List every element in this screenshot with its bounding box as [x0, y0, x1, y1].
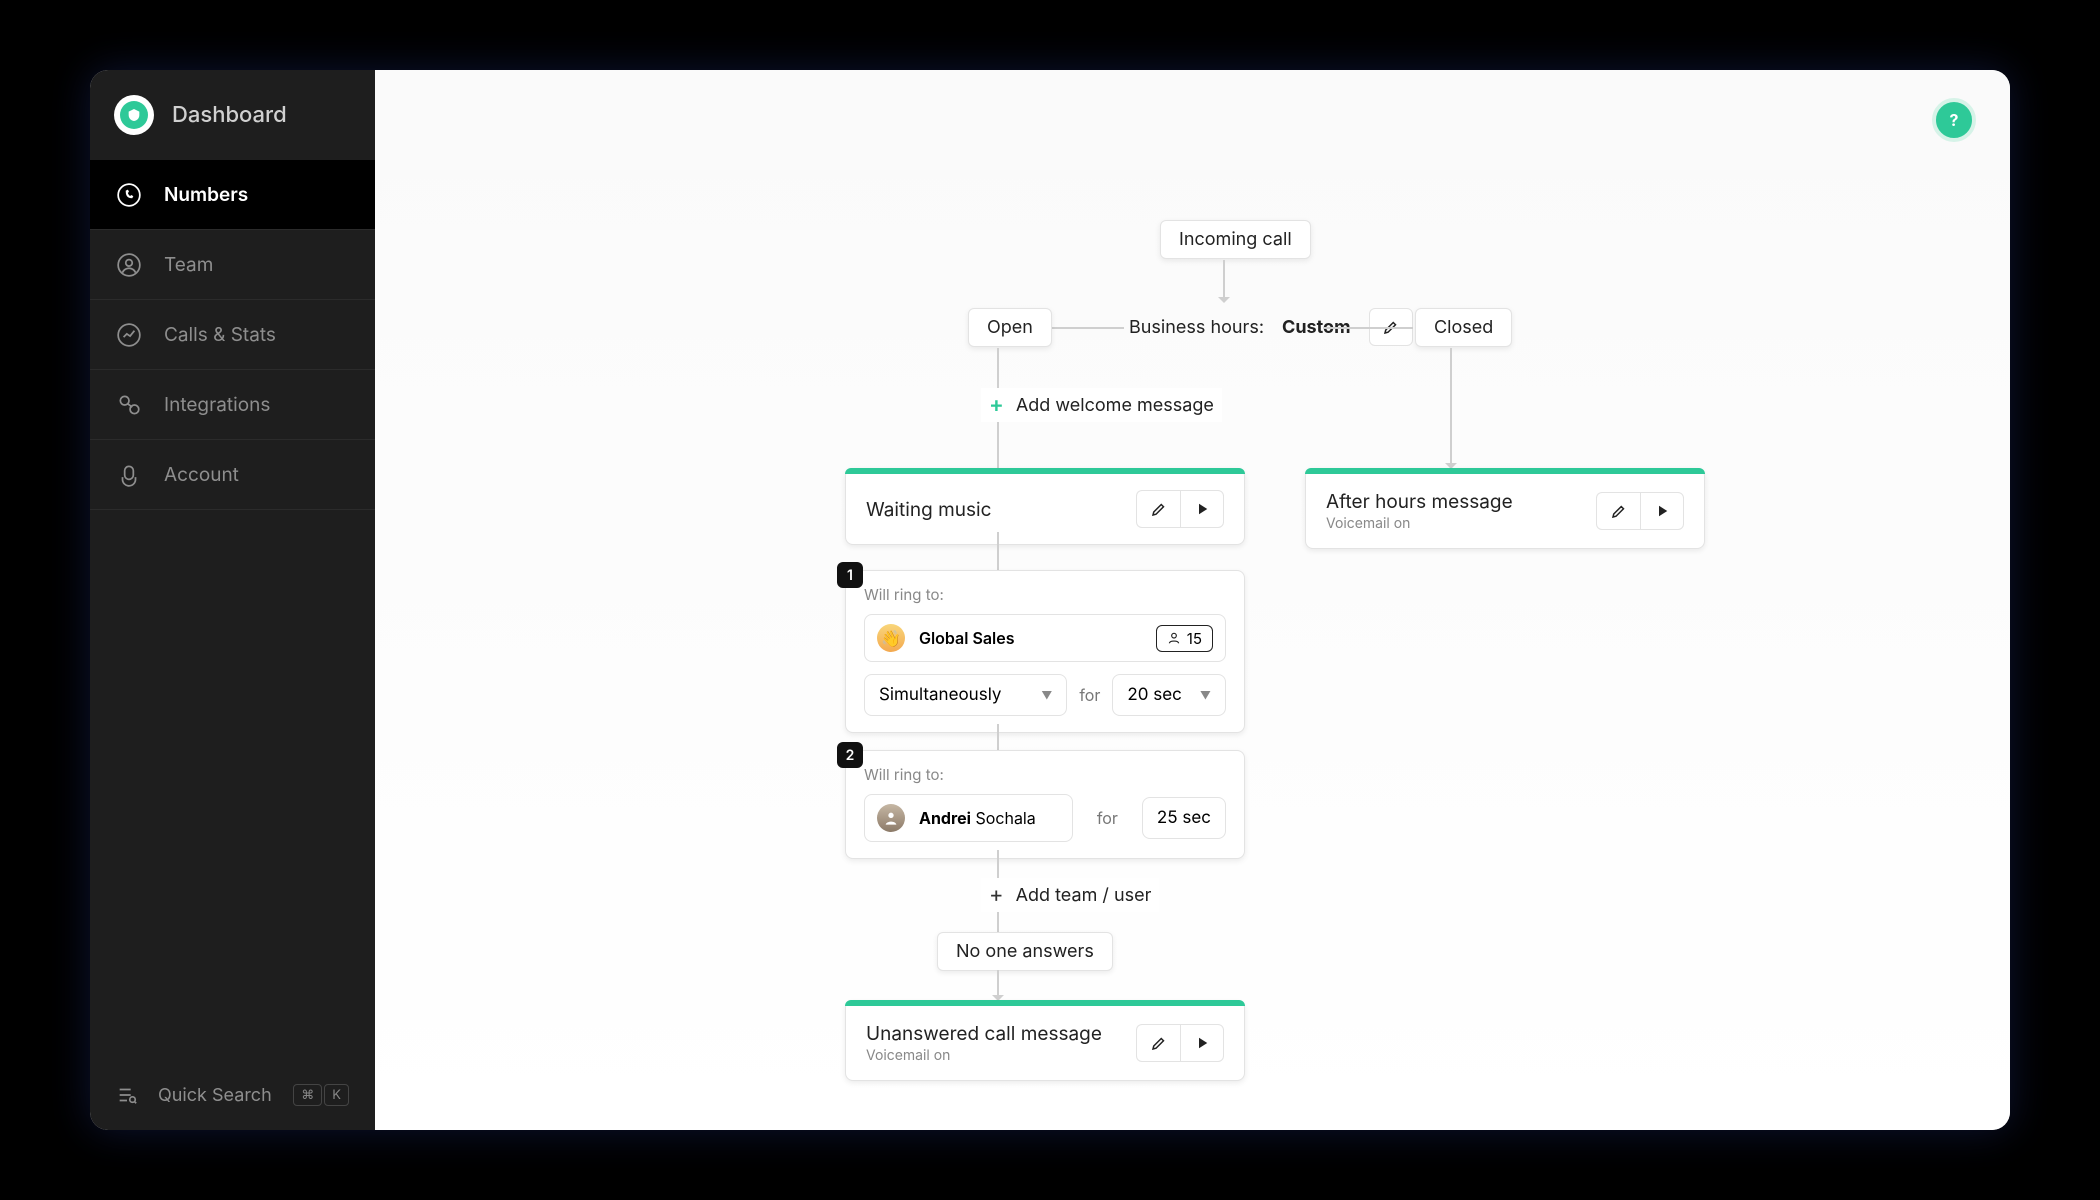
chevron-down-icon: ▼	[1200, 688, 1211, 702]
after-hours-subtitle: Voicemail on	[1326, 515, 1513, 532]
waiting-music-title: Waiting music	[866, 498, 991, 521]
closed-branch-label: Closed	[1415, 308, 1512, 347]
sidebar-item-numbers[interactable]: Numbers	[90, 160, 375, 230]
play-icon	[1653, 502, 1671, 520]
team-avatar-icon: 👋	[877, 624, 905, 652]
unanswered-play-button[interactable]	[1180, 1024, 1224, 1062]
add-welcome-message-button[interactable]: + Add welcome message	[981, 388, 1222, 422]
phone-icon	[116, 182, 142, 208]
integrations-icon	[116, 392, 142, 418]
unanswered-edit-button[interactable]	[1136, 1024, 1180, 1062]
waiting-music-card: Waiting music	[845, 468, 1245, 545]
call-flow-canvas: ? Incoming call Business hours: Custom	[375, 70, 2010, 1130]
app-logo	[114, 95, 154, 135]
unanswered-subtitle: Voicemail on	[866, 1047, 1102, 1064]
team-icon	[116, 252, 142, 278]
will-ring-to-label: Will ring to:	[864, 585, 1226, 604]
edit-icon	[1150, 1034, 1168, 1052]
sidebar-header: Dashboard	[90, 70, 375, 160]
search-icon	[116, 1084, 138, 1106]
business-hours-label: Business hours:	[1129, 317, 1264, 338]
sidebar-item-label: Integrations	[164, 393, 270, 416]
logo-icon	[120, 101, 148, 129]
sidebar-item-label: Account	[164, 463, 239, 486]
connector	[1223, 260, 1225, 302]
app-window: Dashboard Numbers Team Calls & Stats I	[90, 70, 2010, 1130]
quick-search-label: Quick Search	[158, 1085, 272, 1106]
plus-icon: +	[989, 882, 1004, 908]
open-branch-label: Open	[968, 308, 1052, 347]
play-icon	[1193, 500, 1211, 518]
after-hours-title: After hours message	[1326, 490, 1513, 513]
step-badge: 2	[837, 742, 863, 768]
add-team-user-button[interactable]: + Add team / user	[981, 878, 1159, 912]
step-badge: 1	[837, 562, 863, 588]
connector	[997, 532, 999, 570]
quick-search[interactable]: Quick Search ⌘K	[90, 1060, 375, 1130]
plus-icon: +	[989, 392, 1004, 418]
ring-step-2: 2 Will ring to: Andrei Sochala for	[845, 750, 1245, 859]
person-icon	[1167, 631, 1181, 645]
play-icon	[1193, 1034, 1211, 1052]
stats-icon	[116, 322, 142, 348]
ring-target-user[interactable]: Andrei Sochala	[864, 794, 1073, 842]
no-one-answers-node: No one answers	[937, 932, 1113, 971]
waiting-music-edit-button[interactable]	[1136, 490, 1180, 528]
sidebar-item-integrations[interactable]: Integrations	[90, 370, 375, 440]
ring-duration-select[interactable]: 20 sec ▼	[1112, 674, 1226, 716]
edit-icon	[1150, 500, 1168, 518]
sidebar-item-calls-stats[interactable]: Calls & Stats	[90, 300, 375, 370]
after-hours-card: After hours message Voicemail on	[1305, 468, 1705, 549]
sidebar-item-label: Numbers	[164, 183, 248, 206]
will-ring-to-label: Will ring to:	[864, 765, 1226, 784]
sidebar-item-label: Calls & Stats	[164, 323, 276, 346]
connector	[1450, 348, 1452, 468]
quick-search-shortcut: ⌘K	[293, 1084, 349, 1106]
connector	[997, 724, 999, 750]
account-icon	[116, 462, 142, 488]
sidebar-item-account[interactable]: Account	[90, 440, 375, 510]
after-hours-edit-button[interactable]	[1596, 492, 1640, 530]
for-label: for	[1079, 685, 1100, 705]
team-member-count: 15	[1156, 625, 1213, 652]
ring-target-team[interactable]: 👋 Global Sales 15	[864, 614, 1226, 662]
unanswered-title: Unanswered call message	[866, 1022, 1102, 1045]
ring-duration-select[interactable]: 25 sec	[1142, 797, 1226, 839]
sidebar: Dashboard Numbers Team Calls & Stats I	[90, 70, 375, 1130]
waiting-music-play-button[interactable]	[1180, 490, 1224, 528]
connector	[997, 970, 999, 1000]
user-avatar-icon	[877, 804, 905, 832]
for-label: for	[1097, 808, 1118, 828]
sidebar-item-team[interactable]: Team	[90, 230, 375, 300]
ring-step-1: 1 Will ring to: 👋 Global Sales 15	[845, 570, 1245, 733]
sidebar-nav: Numbers Team Calls & Stats Integrations …	[90, 160, 375, 1060]
app-title: Dashboard	[172, 102, 287, 128]
ring-mode-select[interactable]: Simultaneously ▼	[864, 674, 1067, 716]
sidebar-item-label: Team	[164, 253, 213, 276]
ring-target-name: Andrei Sochala	[919, 808, 1036, 828]
edit-icon	[1610, 502, 1628, 520]
connector	[1323, 327, 1413, 329]
chevron-down-icon: ▼	[1041, 688, 1052, 702]
incoming-call-node: Incoming call	[1160, 220, 1311, 259]
ring-target-name: Global Sales	[919, 628, 1015, 648]
unanswered-message-card: Unanswered call message Voicemail on	[845, 1000, 1245, 1081]
after-hours-play-button[interactable]	[1640, 492, 1684, 530]
